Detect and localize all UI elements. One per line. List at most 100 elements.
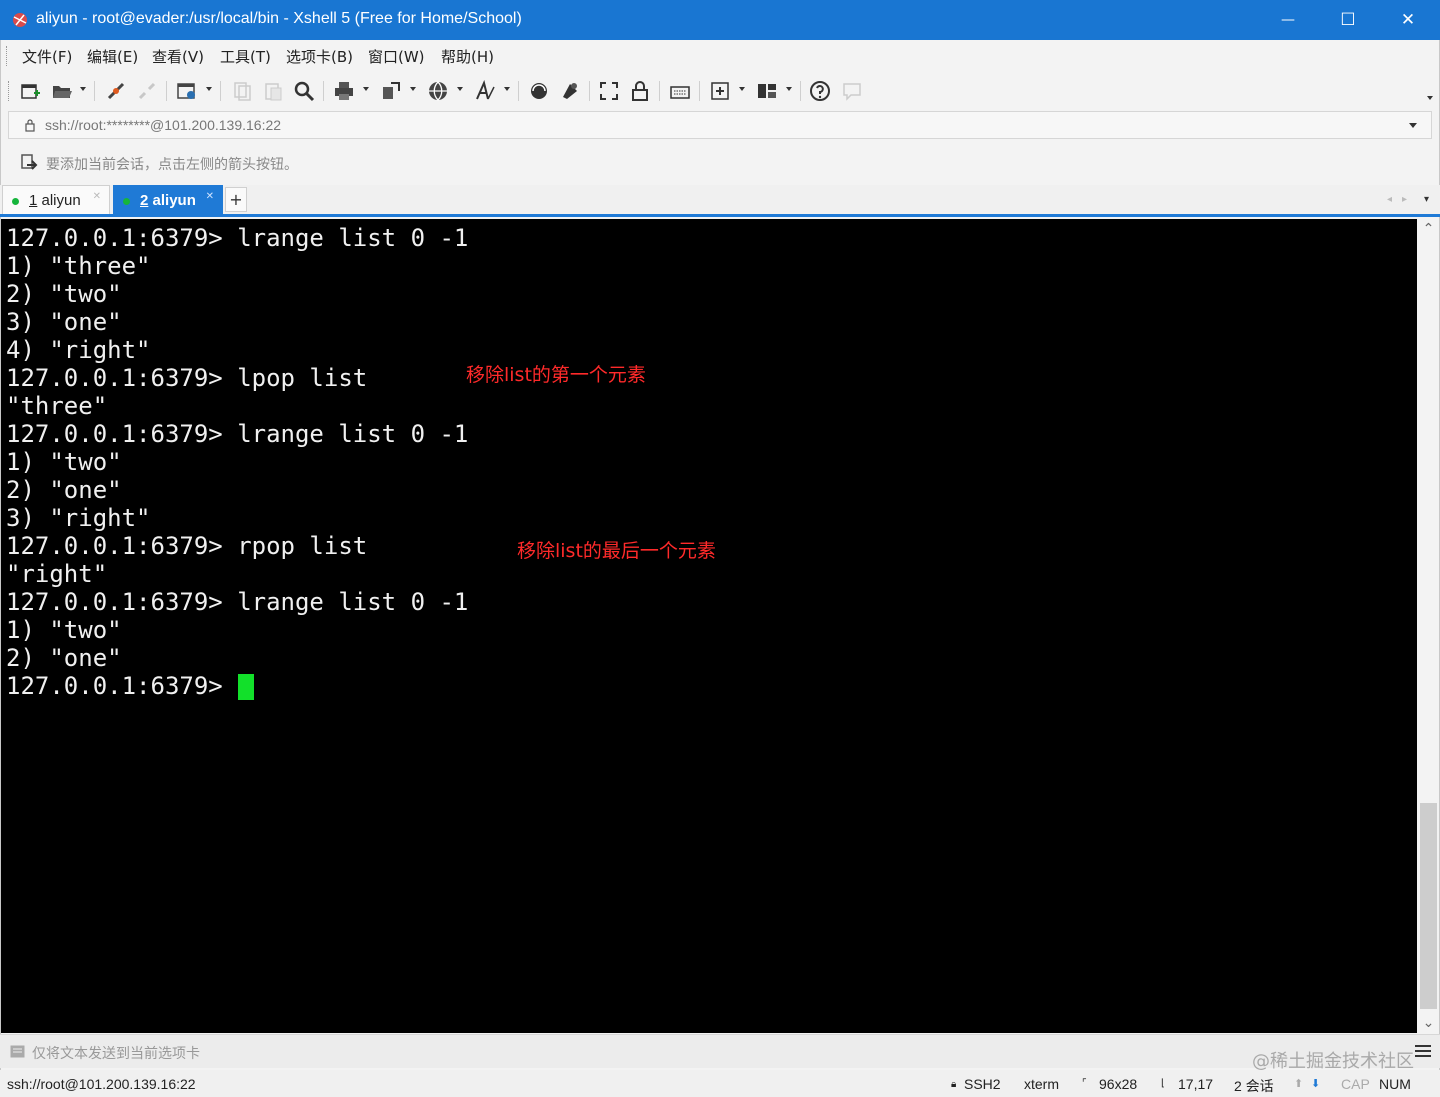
- menu-bar: 文件(F) 编辑(E) 查看(V) 工具(T) 选项卡(B) 窗口(W) 帮助(…: [0, 40, 1440, 72]
- session-hint-bar: 要添加当前会话，点击左侧的箭头按钮。: [8, 146, 1432, 178]
- toolbar-separator: [518, 81, 519, 101]
- disconnect-button[interactable]: [136, 80, 158, 102]
- print-button[interactable]: [333, 80, 355, 102]
- terminal-line: "three": [6, 392, 108, 420]
- toolbar: [0, 72, 1440, 110]
- menu-edit[interactable]: 编辑(E): [87, 46, 138, 67]
- copy-icon: [234, 82, 251, 101]
- fullscreen-button[interactable]: [598, 80, 620, 102]
- font-button[interactable]: [474, 80, 496, 102]
- status-address: ssh://root@101.200.139.16:22: [7, 1076, 196, 1092]
- terminal-cursor: [238, 674, 254, 700]
- reconnect-button[interactable]: [105, 80, 127, 102]
- toolbar-separator: [220, 81, 221, 101]
- tab-close-icon[interactable]: ✕: [206, 191, 214, 202]
- paste-button[interactable]: [262, 80, 284, 102]
- copy-button[interactable]: [231, 80, 253, 102]
- properties-button[interactable]: [176, 80, 198, 102]
- address-bar[interactable]: ssh://root:********@101.200.139.16:22: [8, 111, 1432, 139]
- scroll-down-icon[interactable]: ⌄: [1418, 1013, 1439, 1033]
- keyboard-button[interactable]: [669, 80, 691, 102]
- address-dropdown-icon[interactable]: [1409, 123, 1417, 128]
- menu-file[interactable]: 文件(F): [22, 46, 72, 67]
- toolbar-overflow-icon[interactable]: [1427, 96, 1433, 100]
- open-dropdown-icon[interactable]: [80, 87, 86, 91]
- status-sessions: 2 会话: [1234, 1078, 1274, 1094]
- terminal-area[interactable]: 127.0.0.1:6379> lrange list 0 -1 1) "thr…: [1, 219, 1417, 1033]
- upload-arrow-icon: ⬆: [1294, 1078, 1304, 1090]
- terminal-line: 127.0.0.1:6379> lrange list 0 -1: [6, 224, 469, 252]
- menu-tools[interactable]: 工具(T): [220, 46, 271, 67]
- close-icon: ✕: [1400, 10, 1416, 30]
- status-num: NUM: [1379, 1076, 1411, 1092]
- layout-button[interactable]: [756, 80, 778, 102]
- lock-icon: [632, 81, 648, 101]
- tab-close-icon[interactable]: ✕: [93, 191, 101, 202]
- transfer-dropdown-icon[interactable]: [410, 87, 416, 91]
- toolbar-separator: [659, 81, 660, 101]
- xshell-logo-icon: [13, 13, 27, 27]
- properties-dropdown-icon[interactable]: [206, 87, 212, 91]
- xftp-icon: [531, 83, 547, 99]
- lock-button[interactable]: [629, 80, 651, 102]
- lock-icon: [25, 119, 35, 132]
- tab-prev-icon[interactable]: ◂: [1387, 194, 1392, 205]
- lock-icon: 🔒︎: [951, 1079, 957, 1090]
- toolbar-separator: [699, 81, 700, 101]
- maximize-button[interactable]: ☐: [1318, 0, 1378, 40]
- annotation-rpop: 移除list的最后一个元素: [517, 540, 716, 562]
- print-dropdown-icon[interactable]: [363, 87, 369, 91]
- menu-view[interactable]: 查看(V): [152, 46, 204, 67]
- terminal-prompt: 127.0.0.1:6379>: [6, 672, 238, 700]
- new-tab-button[interactable]: [709, 80, 731, 102]
- close-button[interactable]: ✕: [1378, 0, 1438, 40]
- terminal-line: 1) "two": [6, 616, 122, 644]
- compose-bar[interactable]: 仅将文本发送到当前选项卡: [0, 1034, 1440, 1068]
- menu-window[interactable]: 窗口(W): [368, 46, 425, 67]
- add-tab-button[interactable]: +: [225, 187, 247, 212]
- globe-icon: [429, 81, 447, 101]
- fullscreen-icon: [600, 82, 618, 100]
- size-icon: ⌜: [1082, 1078, 1087, 1089]
- help-button[interactable]: [809, 80, 831, 102]
- tab-next-icon[interactable]: ▸: [1402, 194, 1407, 205]
- title-bar: aliyun - root@evader:/usr/local/bin - Xs…: [0, 0, 1440, 40]
- terminal-line: 4) "right": [6, 336, 151, 364]
- terminal-line: 1) "two": [6, 448, 122, 476]
- terminal-line: 2) "one": [6, 476, 122, 504]
- globe-button[interactable]: [427, 80, 449, 102]
- menu-help[interactable]: 帮助(H): [441, 46, 494, 67]
- terminal-line: 3) "right": [6, 504, 151, 532]
- font-dropdown-icon[interactable]: [504, 87, 510, 91]
- paste-icon: [265, 83, 282, 101]
- minimize-button[interactable]: —: [1258, 0, 1318, 40]
- add-session-arrow-icon[interactable]: [20, 153, 38, 171]
- new-tab-dropdown-icon[interactable]: [739, 87, 745, 91]
- scroll-up-icon[interactable]: ⌃: [1418, 219, 1439, 239]
- chat-button[interactable]: [841, 80, 863, 102]
- globe-dropdown-icon[interactable]: [457, 87, 463, 91]
- transfer-button[interactable]: [380, 80, 402, 102]
- xftp-button[interactable]: [528, 80, 550, 102]
- font-icon: [476, 80, 495, 100]
- xmanager-button[interactable]: [559, 80, 581, 102]
- tab-label: 2 aliyun: [140, 192, 196, 209]
- compose-icon: [10, 1045, 25, 1058]
- terminal-scrollbar[interactable]: ⌃ ⌄: [1418, 219, 1439, 1033]
- scrollbar-thumb[interactable]: [1420, 803, 1437, 1009]
- tab-session-1[interactable]: 1 aliyun ✕: [2, 185, 110, 214]
- reconnect-icon: [107, 82, 125, 100]
- tab-menu-icon[interactable]: ▾: [1424, 194, 1429, 205]
- tab-session-2[interactable]: 2 aliyun ✕: [113, 185, 223, 214]
- find-button[interactable]: [293, 80, 315, 102]
- layout-dropdown-icon[interactable]: [786, 87, 792, 91]
- menu-tabs[interactable]: 选项卡(B): [286, 46, 353, 67]
- address-input[interactable]: ssh://root:********@101.200.139.16:22: [45, 117, 281, 133]
- menu-grip[interactable]: [6, 46, 8, 66]
- download-arrow-icon: ⬇: [1311, 1078, 1321, 1090]
- open-button[interactable]: [51, 80, 73, 102]
- new-session-button[interactable]: [19, 80, 41, 102]
- hamburger-menu-icon[interactable]: [1414, 1044, 1432, 1058]
- toolbar-grip[interactable]: [8, 81, 9, 101]
- status-position: 17,17: [1178, 1076, 1214, 1092]
